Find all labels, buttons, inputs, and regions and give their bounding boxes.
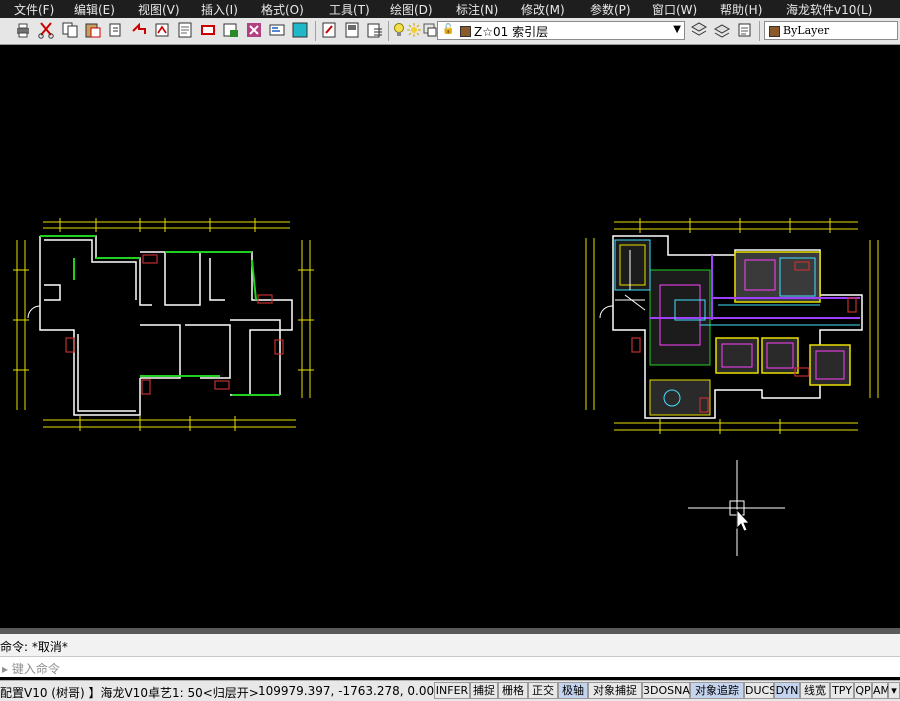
layer-name: Z☆01 索引层 [474, 25, 549, 39]
command-history: 命令: *取消* [0, 634, 900, 656]
paste-icon[interactable] [84, 21, 102, 39]
command-placeholder-text: 键入命令 [11, 662, 60, 676]
chevron-down-icon[interactable]: ▼ [673, 24, 681, 35]
drawing-canvas[interactable] [0, 45, 900, 628]
cut-icon[interactable] [37, 21, 55, 39]
toggle-dyn[interactable]: DYN [774, 682, 800, 699]
sheet-set-icon[interactable] [343, 21, 361, 39]
menu-window[interactable]: 窗口(W) [652, 1, 697, 18]
zoom-prev-icon[interactable] [245, 21, 263, 39]
layer-dropdown[interactable]: 🔓 Z☆01 索引层 ▼ [437, 21, 685, 40]
menu-hailong[interactable]: 海龙软件v10(L) [786, 1, 872, 18]
toggle-otrack[interactable]: 对象追踪 [690, 682, 744, 699]
match-prop-icon[interactable] [107, 21, 125, 39]
markup-icon[interactable] [366, 21, 384, 39]
menu-view[interactable]: 视图(V) [138, 1, 180, 18]
floor-plan-left [13, 218, 314, 431]
menu-help[interactable]: 帮助(H) [720, 1, 762, 18]
tool-palette-icon[interactable] [320, 21, 338, 39]
status-profile: 配置V10 (树哥) 】海龙V10卓艺1: 50<归层开> [0, 686, 259, 700]
toggle-grid[interactable]: 栅格 [498, 682, 528, 699]
menu-dimension[interactable]: 标注(N) [456, 1, 498, 18]
toggle-3dosnap[interactable]: 3DOSNAP [642, 682, 697, 699]
menu-modify[interactable]: 修改(M) [521, 1, 565, 18]
menu-parameter[interactable]: 参数(P) [590, 1, 631, 18]
toggle-infer[interactable]: INFER [434, 682, 470, 699]
menu-draw[interactable]: 绘图(D) [390, 1, 433, 18]
layer-color-swatch [460, 26, 471, 37]
color-dropdown[interactable]: ByLayer [764, 21, 898, 40]
print-icon[interactable] [14, 21, 32, 39]
color-value: ByLayer [783, 24, 830, 37]
menu-edit[interactable]: 编辑(E) [74, 1, 115, 18]
menu-bar: 文件(F) 编辑(E) 视图(V) 插入(I) 格式(O) 工具(T) 绘图(D… [0, 0, 900, 18]
toggle-qp[interactable]: QP [854, 682, 872, 699]
command-placeholder: ▸ 键入命令 [2, 660, 60, 677]
toggle-snap[interactable]: 捕捉 [470, 682, 498, 699]
chevron-right-icon: ▸ [2, 662, 12, 676]
layer-prev-icon[interactable] [736, 21, 754, 39]
color-swatch [769, 26, 780, 37]
menu-insert[interactable]: 插入(I) [201, 1, 238, 18]
copy-icon[interactable] [61, 21, 79, 39]
command-line[interactable]: ▸ 键入命令 [0, 656, 900, 677]
menu-format[interactable]: 格式(O) [261, 1, 304, 18]
coordinate-readout[interactable]: 109979.397, -1763.278, 0.000 [258, 684, 442, 698]
mouse-pointer-icon [736, 508, 750, 532]
status-menu-chevron-icon[interactable]: ▾ [888, 682, 900, 699]
toggle-tpy[interactable]: TPY [830, 682, 854, 699]
crosshair-cursor [688, 460, 785, 556]
toggle-am[interactable]: AM [872, 682, 890, 699]
menu-tools[interactable]: 工具(T) [329, 1, 370, 18]
layer-props-icon[interactable] [690, 21, 708, 39]
toggle-ortho[interactable]: 正交 [528, 682, 558, 699]
properties-icon[interactable] [268, 21, 286, 39]
layer-state-icon[interactable] [713, 21, 731, 39]
menu-file[interactable]: 文件(F) [14, 1, 54, 18]
zoom-window-icon[interactable] [222, 21, 240, 39]
command-history-text: 命令: *取消* [0, 640, 68, 654]
toggle-lineweight[interactable]: 线宽 [800, 682, 830, 699]
layer-lock-small-icon: 🔓 [442, 24, 455, 35]
design-center-icon[interactable] [291, 21, 309, 39]
toggle-osnap[interactable]: 对象捕捉 [588, 682, 642, 699]
toggle-ducs[interactable]: DUCS [744, 682, 776, 699]
undo-icon[interactable] [130, 21, 148, 39]
redo-icon[interactable] [153, 21, 171, 39]
pan-icon[interactable] [176, 21, 194, 39]
status-bar: 配置V10 (树哥) 】海龙V10卓艺1: 50<归层开> 109979.397… [0, 680, 900, 701]
toggle-polar[interactable]: 极轴 [558, 682, 588, 699]
ceiling-plan-right [585, 218, 879, 434]
zoom-icon[interactable] [199, 21, 217, 39]
